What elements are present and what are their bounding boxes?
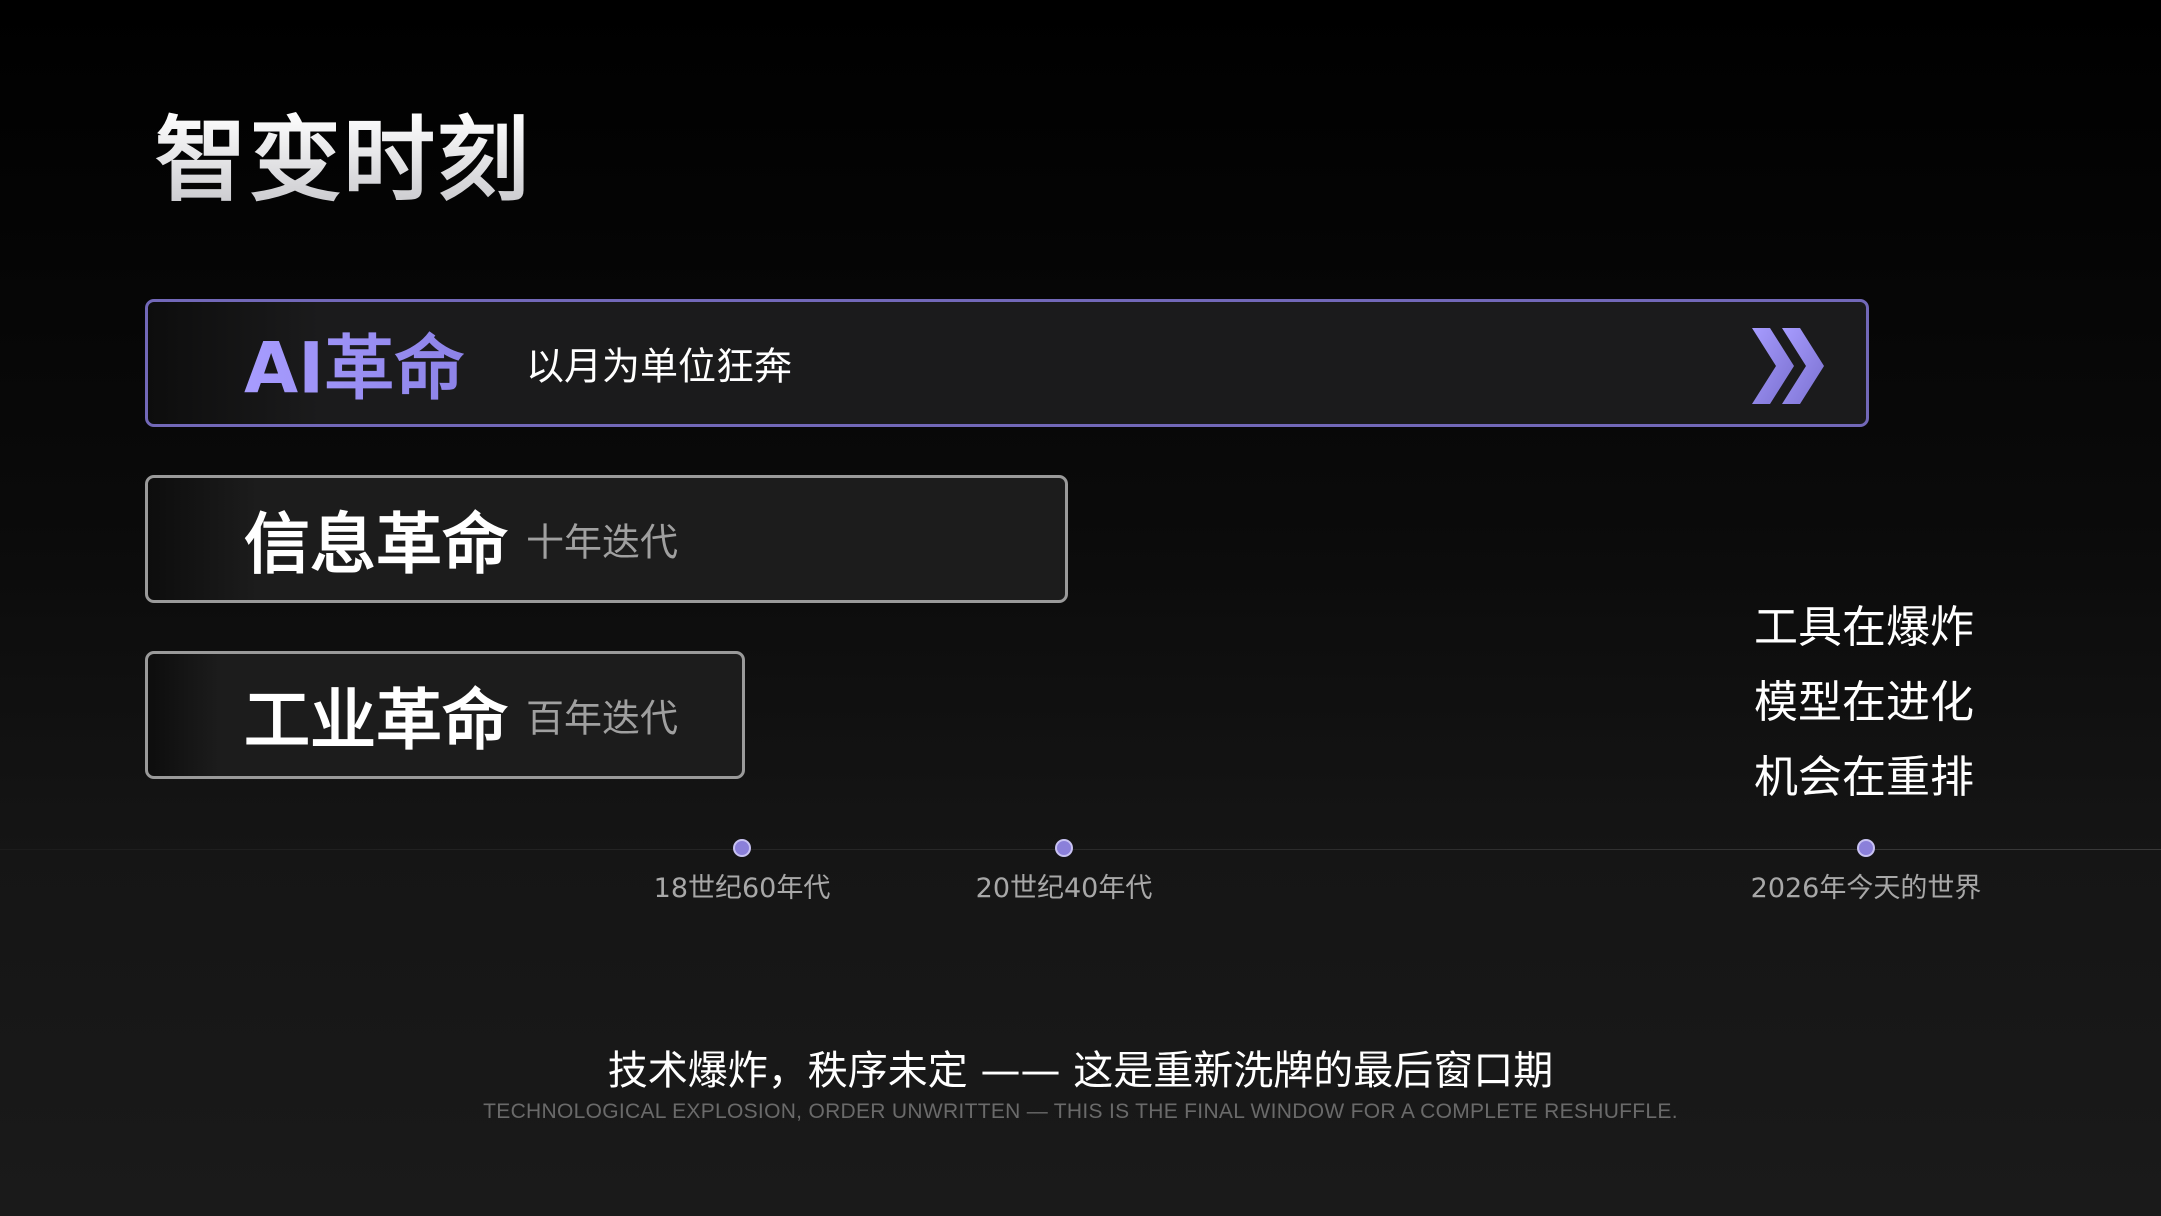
bar-subtitle-ai: 以月为单位狂奔 bbox=[526, 344, 793, 389]
timeline-label: 18世纪60年代 bbox=[653, 873, 831, 904]
tagline: 工具在爆炸 模型在进化 机会在重排 bbox=[1754, 590, 1974, 815]
timeline-axis bbox=[0, 849, 2161, 850]
bar-industrial-revolution: 工业革命 百年迭代 bbox=[145, 651, 745, 779]
footer-subline: TECHNOLOGICAL EXPLOSION, ORDER UNWRITTEN… bbox=[483, 1100, 1678, 1123]
timeline-label: 2026年今天的世界 bbox=[1750, 873, 1982, 904]
timeline-dot bbox=[735, 841, 749, 855]
bar-name-industrial: 工业革命 bbox=[244, 682, 508, 759]
bar-name-ai: AI革命 bbox=[244, 313, 464, 414]
bar-subtitle-industrial: 百年迭代 bbox=[526, 696, 679, 741]
tagline-line: 工具在爆炸 bbox=[1754, 602, 1974, 653]
bar-subtitle-info: 十年迭代 bbox=[526, 520, 679, 565]
timeline-label: 20世纪40年代 bbox=[975, 873, 1153, 904]
footer-headline: 技术爆炸，秩序未定 —— 这是重新洗牌的最后窗口期 bbox=[607, 1048, 1554, 1094]
timeline-dot bbox=[1057, 841, 1071, 855]
bar-ai-revolution: AI革命 以月为单位狂奔 bbox=[145, 299, 1869, 427]
page-title: 智变时刻 bbox=[155, 107, 532, 214]
tagline-line: 机会在重排 bbox=[1754, 752, 1974, 803]
tagline-line: 模型在进化 bbox=[1754, 677, 1974, 728]
slide: 智变时刻 AI革命 以月为单位狂奔 信息革命 十年迭代 工业革命 百年迭代 工具… bbox=[0, 0, 2161, 1216]
bar-info-revolution: 信息革命 十年迭代 bbox=[145, 475, 1068, 603]
bar-name-info: 信息革命 bbox=[244, 506, 508, 583]
double-chevron-right-icon bbox=[1752, 328, 1824, 404]
timeline-dot bbox=[1859, 841, 1873, 855]
